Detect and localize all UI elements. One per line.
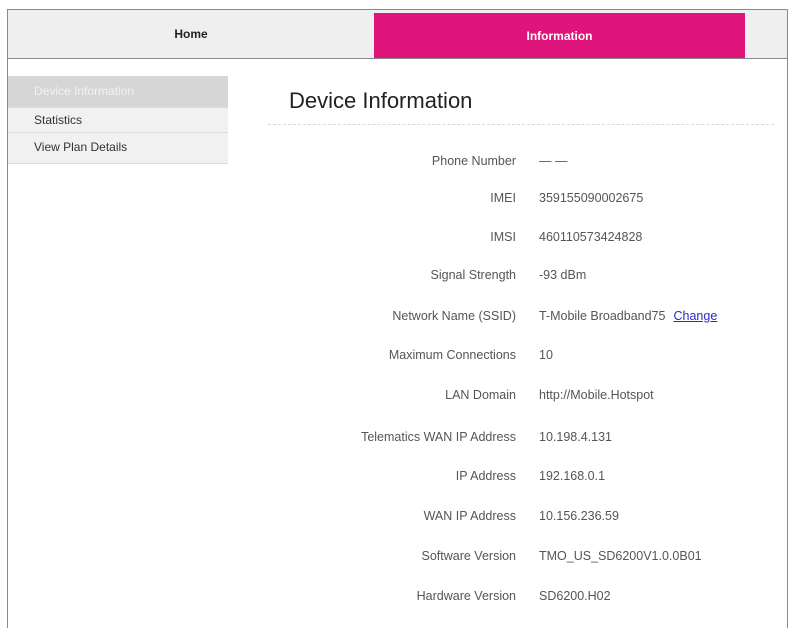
sidebar-item-device-information[interactable]: Device Information: [8, 76, 228, 108]
info-label: Software Version: [421, 549, 517, 563]
info-label: Network Name (SSID): [392, 309, 516, 323]
info-value: — —: [539, 154, 568, 168]
info-row-software-version: Software Version TMO_US_SD6200V1.0.0B01: [0, 549, 794, 569]
info-label: Maximum Connections: [388, 348, 516, 362]
info-label: Phone Number: [431, 154, 516, 168]
info-value: T-Mobile Broadband75 Change: [539, 309, 717, 323]
info-value: 460110573424828: [539, 230, 643, 244]
info-label: Signal Strength: [430, 268, 516, 282]
info-value: -93 dBm: [539, 268, 587, 282]
info-label: Hardware Version: [416, 589, 516, 603]
info-label: IP Address: [455, 469, 516, 483]
info-row-hardware-version: Hardware Version SD6200.H02: [0, 589, 794, 609]
info-row-telematics-wan-ip: Telematics WAN IP Address 10.198.4.131: [0, 430, 794, 450]
info-label: WAN IP Address: [423, 509, 516, 523]
info-value: TMO_US_SD6200V1.0.0B01: [539, 549, 702, 563]
ssid-value: T-Mobile Broadband75: [539, 309, 666, 323]
tab-home[interactable]: Home: [8, 10, 374, 58]
info-value: http://Mobile.Hotspot: [539, 388, 654, 402]
info-row-lan-domain: LAN Domain http://Mobile.Hotspot: [0, 388, 794, 408]
info-row-imsi: IMSI 460110573424828: [0, 230, 794, 250]
tab-information[interactable]: Information: [374, 13, 745, 58]
change-ssid-link[interactable]: Change: [673, 309, 717, 323]
info-value: 359155090002675: [539, 191, 644, 205]
info-label: Telematics WAN IP Address: [361, 430, 516, 444]
info-row-imei: IMEI 359155090002675: [0, 191, 794, 211]
sidebar-item-statistics[interactable]: Statistics: [8, 108, 228, 133]
info-row-maximum-connections: Maximum Connections 10: [0, 348, 794, 368]
info-value: 10.198.4.131: [539, 430, 612, 444]
info-row-signal-strength: Signal Strength -93 dBm: [0, 268, 794, 288]
title-divider: [268, 124, 774, 125]
info-row-wan-ip-address: WAN IP Address 10.156.236.59: [0, 509, 794, 529]
info-value: 192.168.0.1: [539, 469, 606, 483]
info-row-network-name: Network Name (SSID) T-Mobile Broadband75…: [0, 309, 794, 329]
page-title: Device Information: [289, 88, 473, 113]
top-navigation: Home Information: [7, 9, 788, 59]
info-label: LAN Domain: [445, 388, 516, 402]
sidebar: Device Information Statistics View Plan …: [8, 76, 228, 164]
info-label: IMEI: [490, 191, 516, 205]
info-value: 10: [539, 348, 553, 362]
info-row-phone-number: Phone Number — —: [0, 154, 794, 174]
info-value: SD6200.H02: [539, 589, 611, 603]
info-row-ip-address: IP Address 192.168.0.1: [0, 469, 794, 489]
info-value: 10.156.236.59: [539, 509, 619, 523]
info-label: IMSI: [490, 230, 516, 244]
